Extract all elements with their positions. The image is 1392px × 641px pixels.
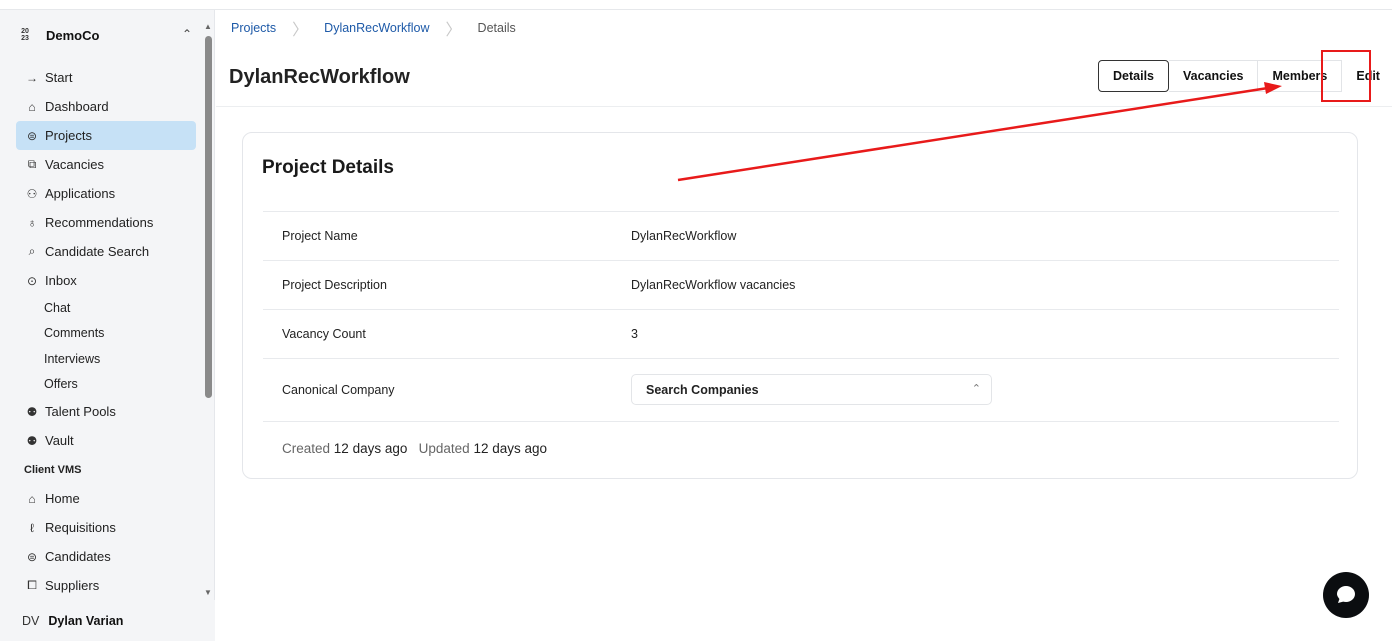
sidebar-nav: → Start ⌂ Dashboard ⊜ Projects ⧉ Vacancies ⚇… [16,63,196,600]
user-menu[interactable]: DV Dylan Varian [0,600,215,641]
row-label: Canonical Company [282,383,395,397]
sidebar-item-projects[interactable]: ⊜ Projects [16,121,196,150]
sidebar-item-suppliers[interactable]: ⧠ Suppliers [16,571,196,600]
inbox-tray-icon: ⊜ [26,549,38,564]
sidebar-item-applications[interactable]: ⚇ Applications [16,179,196,208]
sidebar-item-label: Vault [45,433,74,448]
sidebar-item-label: Candidate Search [45,244,150,259]
scroll-up-arrow-icon[interactable]: ▲ [204,22,212,31]
card-title: Project Details [262,157,394,178]
page-title: DylanRecWorkflow [229,66,410,88]
sidebar-item-label: Vacancies [45,157,105,172]
home-icon: ⌂ [28,491,36,506]
sidebar-item-vacancies[interactable]: ⧉ Vacancies [16,150,196,179]
sidebar-item-requisitions[interactable]: ℓ Requisitions [16,513,196,542]
tab-vacancies[interactable]: Vacancies [1169,60,1259,92]
sidebar-item-home[interactable]: ⌂ Home [16,484,196,513]
row-value: DylanRecWorkflow vacancies [631,278,796,292]
updated-value: 12 days ago [473,441,547,456]
updated-label: Updated [418,441,470,456]
breadcrumb-projects-link[interactable]: Projects [231,21,276,35]
org-name: DemoCo [46,27,100,43]
chat-bubble-icon [1337,586,1355,603]
avatar: DV [22,613,40,628]
row-label: Project Name [282,229,358,243]
created-value: 12 days ago [333,441,408,456]
group-icon: ⚉ [26,404,38,419]
table-row: Canonical Company Search Companies ⌃ [263,359,1339,422]
row-value: 3 [631,327,638,341]
breadcrumb-current: Details [477,21,516,35]
sidebar-item-recommendations[interactable]: ♁ Recommendations [16,208,196,237]
timestamps: Created 12 days ago Updated 12 days ago [282,441,547,456]
breadcrumb: Projects 〉 DylanRecWorkflow 〉 Details [231,18,516,39]
table-row: Vacancy Count 3 [263,310,1339,359]
breadcrumb-project-link[interactable]: DylanRecWorkflow [324,21,429,35]
sidebar-item-vault[interactable]: ⚉ Vault [16,426,196,455]
chat-bubble-icon: ⊙ [26,273,38,288]
chevron-up-down-icon: ⌃ [971,383,981,395]
row-label: Vacancy Count [282,327,366,341]
sidebar-item-label: Candidates [45,549,111,564]
group-icon: ⚉ [26,433,38,448]
sidebar-item-label: Start [45,70,73,85]
company-search-select[interactable]: Search Companies ⌃ [631,374,992,405]
annotation-highlight-box [1321,50,1371,102]
sidebar-item-start[interactable]: → Start [16,63,196,92]
sidebar: 20 23 DemoCo ⌃ → Start ⌂ Dashboard ⊜ Project… [0,10,215,641]
select-placeholder: Search Companies [646,383,759,397]
sidebar-item-candidate-search[interactable]: ⌕ Candidate Search [16,237,196,266]
inbox-tray-icon: ⊜ [26,128,38,143]
home-icon: ⌂ [28,99,36,114]
sidebar-item-label: Inbox [45,273,77,288]
users-icon: ⚇ [26,186,38,201]
user-name: Dylan Varian [48,613,124,628]
org-switcher[interactable]: 20 23 DemoCo ⌃ [16,23,196,47]
row-value: DylanRecWorkflow [631,229,737,243]
copy-icon: ⧉ [27,157,37,171]
chevron-right-icon: 〉 [445,22,462,39]
tab-details[interactable]: Details [1098,60,1169,92]
sidebar-item-label: Requisitions [45,520,116,535]
sidebar-item-talent-pools[interactable]: ⚉ Talent Pools [16,397,196,426]
sidebar-item-label: Recommendations [45,215,154,230]
row-label: Project Description [282,278,387,292]
created-label: Created [282,441,331,456]
sidebar-subitem-offers[interactable]: Offers [16,372,196,398]
sidebar-subitem-interviews[interactable]: Interviews [16,346,196,372]
chat-widget-button[interactable] [1323,572,1369,618]
arrow-right-icon: → [26,70,38,85]
search-icon: ⌕ [28,244,36,258]
branch-icon: ℓ [30,520,34,535]
sidebar-scrollbar[interactable]: ▲ ▼ [202,20,215,600]
chevron-right-icon: 〉 [292,22,309,39]
sidebar-item-inbox[interactable]: ⊙ Inbox [16,266,196,295]
cursor-box-icon: ⧠ [27,578,37,592]
sidebar-item-label: Talent Pools [45,404,116,419]
sidebar-item-candidates[interactable]: ⊜ Candidates [16,542,196,571]
sidebar-section-client-vms: Client VMS [24,463,82,476]
sidebar-subitem-comments[interactable]: Comments [16,321,196,347]
org-logo: 20 23 [21,28,29,42]
sidebar-item-label: Applications [45,186,116,201]
table-row: Project Name DylanRecWorkflow [263,212,1339,261]
sidebar-item-label: Home [45,491,80,506]
page-header: DylanRecWorkflow Details Vacancies Membe… [216,55,1392,107]
lightbulb-icon: ♁ [27,215,37,230]
scroll-down-arrow-icon[interactable]: ▼ [204,588,212,597]
sidebar-subitem-chat[interactable]: Chat [16,295,196,321]
project-details-card: Project Details Project Name DylanRecWor… [242,132,1358,479]
sidebar-item-label: Dashboard [45,99,109,114]
sidebar-item-dashboard[interactable]: ⌂ Dashboard [16,92,196,121]
details-table: Project Name DylanRecWorkflow Project De… [263,211,1339,422]
scrollbar-thumb[interactable] [205,36,212,398]
chevron-up-down-icon[interactable]: ⌃ [182,27,192,41]
sidebar-item-label: Projects [45,128,92,143]
table-row: Project Description DylanRecWorkflow vac… [263,261,1339,310]
sidebar-item-label: Suppliers [45,578,100,593]
